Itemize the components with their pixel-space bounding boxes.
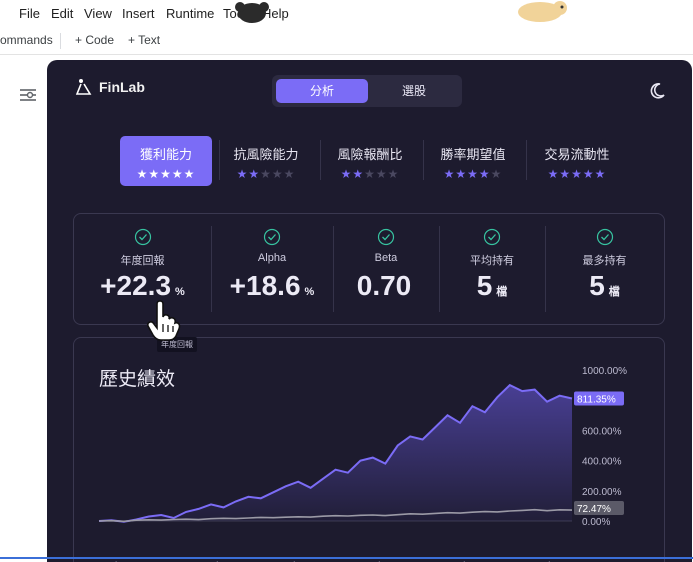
mode-switch: 分析 選股 — [272, 75, 462, 107]
add-text-button[interactable]: + Text — [128, 33, 160, 47]
star-filled-icon: ★ — [160, 167, 172, 181]
metric-alpha: Alpha +18.6% — [211, 214, 333, 324]
finlab-logo: FinLab — [75, 78, 145, 96]
y-tick-label: 400.00% — [582, 457, 622, 468]
metric-value: +18.6% — [229, 270, 315, 301]
metric-value: +22.3% — [100, 270, 185, 301]
strategy-area — [99, 385, 572, 522]
colab-toolbar: ommands + Code + Text — [0, 28, 693, 55]
metric-label: Alpha — [257, 252, 287, 264]
moon-icon[interactable] — [648, 82, 666, 100]
star-filled-icon: ★ — [236, 167, 249, 181]
metric-max-holding: 最多持有 5檔 — [545, 214, 664, 324]
tab-divider — [423, 140, 424, 180]
star-empty-icon: ★ — [364, 167, 376, 181]
filter-icon[interactable] — [18, 86, 38, 104]
tab-label: 交易流動性 — [544, 147, 610, 162]
cat-sticker-icon — [235, 2, 269, 23]
finlab-panel: FinLab 分析 選股 獲利能力 ★★★★★ 抗風險能力 ★★★★★ 風險報酬… — [47, 60, 692, 562]
stock-pick-tab[interactable]: 選股 — [368, 79, 460, 103]
colab-menubar: File Edit View Insert Runtime Tools Help — [0, 0, 693, 28]
check-circle-icon — [596, 228, 613, 246]
star-filled-icon: ★ — [594, 167, 607, 181]
metric-beta: Beta 0.70 — [333, 214, 439, 324]
star-filled-icon: ★ — [582, 167, 595, 181]
dog-sticker-icon — [518, 1, 567, 22]
tab-risk-resistance[interactable]: 抗風險能力 ★★★★★ — [220, 136, 312, 186]
star-empty-icon: ★ — [283, 167, 296, 181]
star-rating: ★★★★★ — [220, 167, 312, 181]
star-empty-icon: ★ — [271, 167, 284, 181]
menu-edit[interactable]: Edit — [51, 6, 73, 21]
star-filled-icon: ★ — [248, 167, 261, 181]
star-filled-icon: ★ — [571, 167, 583, 181]
star-filled-icon: ★ — [443, 167, 456, 181]
check-circle-icon — [483, 228, 501, 246]
tab-label: 獲利能力 — [139, 147, 192, 162]
star-filled-icon: ★ — [559, 167, 572, 181]
scroll-indicator — [0, 557, 693, 559]
menu-view[interactable]: View — [84, 6, 112, 21]
analysis-tab[interactable]: 分析 — [276, 79, 368, 103]
star-filled-icon: ★ — [478, 167, 491, 181]
y-tick-label: 600.00% — [582, 426, 622, 437]
toolbar-divider — [60, 33, 61, 49]
benchmark-end-label: 72.47% — [577, 504, 611, 515]
star-rating: ★★★★★ — [531, 167, 623, 181]
performance-chart-card: 歷史績效 1000.00%800.00%600.00%400.00%200.00… — [73, 337, 665, 562]
y-tick-label: 200.00% — [582, 487, 622, 498]
metric-label: 平均持有 — [470, 255, 514, 267]
metric-value: 5檔 — [589, 270, 620, 301]
check-circle-icon — [263, 228, 281, 246]
performance-chart[interactable]: 1000.00%800.00%600.00%400.00%200.00%0.00… — [74, 338, 664, 562]
metric-value: 0.70 — [356, 270, 412, 301]
menu-runtime[interactable]: Runtime — [166, 6, 214, 21]
star-filled-icon: ★ — [352, 167, 365, 181]
tab-win-rate[interactable]: 勝率期望值 ★★★★★ — [427, 136, 519, 186]
tab-label: 勝率期望值 — [440, 147, 506, 162]
tab-label: 抗風險能力 — [233, 147, 299, 162]
strategy-end-label: 811.35% — [577, 394, 616, 405]
tab-divider — [320, 140, 321, 180]
tab-divider — [526, 140, 527, 180]
check-circle-icon — [377, 228, 395, 246]
star-empty-icon: ★ — [260, 167, 272, 181]
commands-button[interactable]: ommands — [0, 33, 53, 47]
tab-profitability[interactable]: 獲利能力 ★★★★★ — [120, 136, 212, 186]
star-filled-icon: ★ — [340, 167, 353, 181]
tab-liquidity[interactable]: 交易流動性 ★★★★★ — [531, 136, 623, 186]
metric-label: 年度回報 — [120, 255, 165, 267]
menu-insert[interactable]: Insert — [122, 6, 155, 21]
hand-cursor-icon — [146, 300, 181, 341]
metric-value: 5檔 — [476, 270, 508, 301]
add-code-button[interactable]: + Code — [75, 33, 114, 47]
star-rating: ★★★★★ — [120, 167, 212, 181]
star-empty-icon: ★ — [375, 167, 388, 181]
tab-risk-reward[interactable]: 風險報酬比 ★★★★★ — [324, 136, 416, 186]
flask-logo-icon — [75, 79, 92, 95]
y-tick-label: 1000.00% — [582, 366, 627, 377]
star-filled-icon: ★ — [547, 167, 560, 181]
check-circle-icon — [134, 228, 151, 246]
star-filled-icon: ★ — [148, 167, 161, 181]
logo-text: FinLab — [99, 79, 145, 95]
star-empty-icon: ★ — [490, 167, 503, 181]
menu-file[interactable]: File — [19, 6, 40, 21]
y-tick-label: 0.00% — [582, 517, 610, 528]
star-filled-icon: ★ — [467, 167, 479, 181]
metric-avg-holding: 平均持有 5檔 — [439, 214, 545, 324]
star-filled-icon: ★ — [171, 167, 184, 181]
tab-label: 風險報酬比 — [337, 147, 403, 162]
star-filled-icon: ★ — [183, 167, 196, 181]
star-filled-icon: ★ — [136, 167, 149, 181]
star-empty-icon: ★ — [387, 167, 400, 181]
star-rating: ★★★★★ — [427, 167, 519, 181]
metric-label: 最多持有 — [582, 255, 627, 267]
metric-label: Beta — [374, 252, 398, 264]
metric-annual-return: 年度回報 +22.3% — [74, 214, 211, 324]
star-rating: ★★★★★ — [324, 167, 416, 181]
star-filled-icon: ★ — [455, 167, 468, 181]
